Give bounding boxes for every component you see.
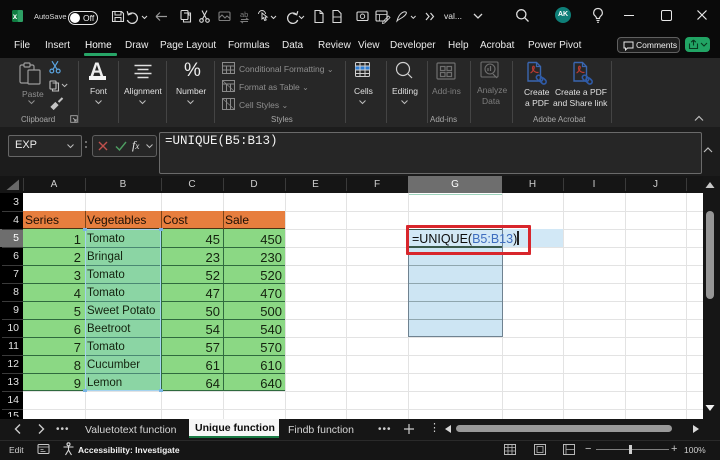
svg-text:ab: ab [240,10,248,19]
svg-text:x: x [13,12,18,21]
